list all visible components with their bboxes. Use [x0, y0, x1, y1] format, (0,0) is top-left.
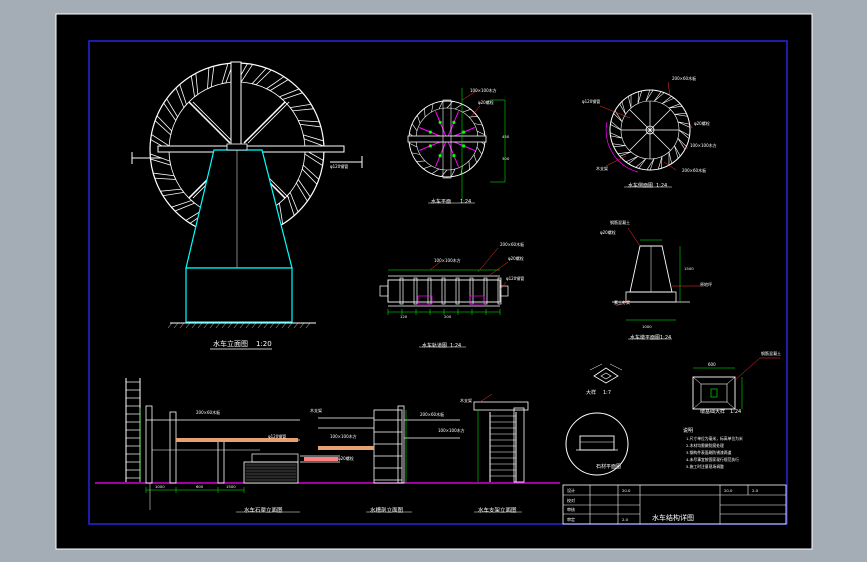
pier-callout-4: 素土夯实 [614, 299, 630, 305]
callout-1b: 200×60木板 [420, 411, 444, 417]
track-dim-2: 200 [444, 314, 452, 319]
side-callout-4: 100×100木方 [690, 142, 717, 148]
notes-heading: 说明 [683, 427, 693, 434]
pier-callout-2: φ20螺栓 [600, 229, 616, 235]
elevation-scale: 1:20 [256, 340, 272, 348]
plan-dim-2: 300 [502, 156, 510, 161]
plan-bolt [462, 130, 466, 134]
pier-callout-3: 原地坪 [700, 281, 712, 287]
callout-6: φ20螺栓 [338, 455, 354, 461]
pier-callout-1: 钢筋混凝土 [610, 219, 630, 225]
wheel-side-scale: 1:24 [656, 183, 667, 189]
plan-callout-1: 100×100木方 [470, 87, 497, 93]
plan-bolt [452, 154, 456, 158]
callout-3: 木支架 [310, 407, 322, 413]
plan-bolt [438, 154, 442, 158]
callout-1: 200×60木板 [196, 409, 220, 415]
note-line-2: 2.木材均需做防腐处理 [686, 443, 724, 448]
callout-4b: 100×100木方 [438, 427, 465, 433]
wheel-plan-title: 水车平面 [431, 198, 451, 205]
pier-dim-2: 1500 [684, 266, 694, 271]
side-callout-1: 200×60木板 [672, 75, 696, 81]
note-line-4: 4.未尽事宜按国家现行规范执行 [686, 457, 739, 462]
plan-bolt [428, 144, 432, 148]
bottom-title-2: 水槽剖立面图 [370, 506, 404, 514]
plan-bolt [428, 130, 432, 134]
track-dim-1: 120 [400, 314, 408, 319]
tb-code-b: 2.0 [622, 517, 629, 522]
bottom-dim-1: 1000 [155, 484, 165, 489]
plan-bolt [452, 120, 456, 124]
box-detail-scale: 1:24 [730, 409, 741, 415]
tb-row-3: 审核 [567, 506, 575, 512]
channel-fill [304, 457, 338, 461]
tb-row-2: 校对 [567, 497, 575, 503]
plan-callout-2: φ20螺栓 [478, 99, 494, 105]
callout-4: 100×100木方 [330, 433, 357, 439]
wheel-vertical-post [230, 61, 242, 151]
track-callout-4: φ120钢管 [506, 275, 524, 281]
bottom-dim-2: 600 [196, 484, 204, 489]
track-callout-3: 100×100木方 [434, 257, 461, 263]
track-scale: 1:24 [450, 343, 461, 349]
box-detail-title: 墩基础大样 [700, 408, 725, 415]
hub-cap [226, 143, 248, 151]
box-dim: 600 [708, 362, 716, 367]
bottom-title-3: 水车支架立面图 [478, 506, 517, 514]
plan-bolt [438, 120, 442, 124]
note-line-5: 5.施工时注意现场调整 [686, 464, 724, 469]
pier-scale: 1:24 [660, 335, 671, 341]
bottom-dim-3: 1500 [226, 484, 236, 489]
bottom-title-1: 水车石渠立面图 [244, 506, 283, 514]
side-callout-3: φ20螺栓 [694, 120, 710, 126]
pier-base [185, 267, 293, 323]
pier-dim-1: 1000 [642, 324, 652, 329]
track-callout-1: 200×60木板 [500, 241, 524, 247]
small-detail-title: 大样 [586, 389, 596, 396]
wheel-plan-scale: 1:24 [460, 199, 471, 205]
pier-title: 水车墩平面图 [630, 334, 660, 341]
mid-wood [318, 446, 374, 450]
track-callout-2: φ20螺栓 [508, 255, 524, 261]
side-callout-6: 200×60木板 [682, 167, 706, 173]
note-line-3: 3.钢构件表面刷防锈漆两道 [686, 450, 732, 455]
axle-callout: φ120钢管 [330, 163, 348, 169]
wheel-side-title: 水车侧面图 [628, 182, 653, 189]
tb-row-4: 审定 [567, 516, 575, 522]
track-title: 水车轨道图 [422, 342, 447, 349]
tb-code-a: 20.0 [622, 488, 631, 493]
side-callout-5: 木支架 [596, 165, 608, 171]
drawing-title: 水车结构详图 [652, 513, 694, 522]
side-callout-2: φ120钢管 [582, 98, 600, 104]
tb-code-c: 20.0 [724, 488, 733, 493]
small-detail-scale: 1:7 [603, 390, 611, 396]
circle-detail-title: 石材平面图 [596, 463, 621, 470]
plan-axle [407, 135, 487, 143]
tb-code-d: 2.0 [752, 488, 759, 493]
elevation-title: 水车立面图 [213, 339, 248, 348]
note-line-1: 1.尺寸单位为毫米，标高单位为米 [686, 436, 743, 441]
callout-3b: 木支架 [460, 397, 472, 403]
callout-2: φ120钢管 [268, 433, 286, 439]
tb-row-1: 设计 [567, 487, 575, 493]
plan-bolt [462, 144, 466, 148]
plan-dim-1: 450 [502, 134, 510, 139]
box-callout: 钢筋混凝土 [761, 350, 781, 356]
cad-viewport[interactable]: 水车立面图 1:20 水车平面 1:24 水车侧面图 1:24 水车轨道图 1:… [0, 0, 867, 562]
